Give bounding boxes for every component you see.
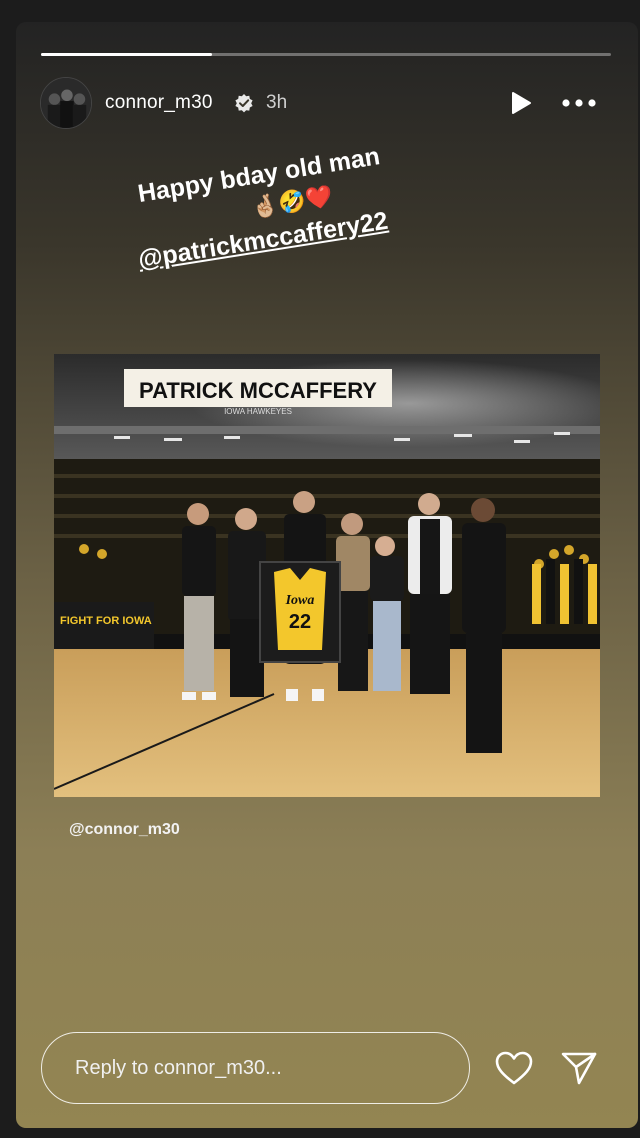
more-horizontal-icon[interactable] <box>560 92 600 114</box>
heart-icon[interactable] <box>494 1050 534 1086</box>
photo-user-tag[interactable]: @connor_m30 <box>69 821 180 839</box>
send-icon[interactable] <box>560 1050 598 1086</box>
story-timestamp: 3h <box>266 92 288 113</box>
story-username[interactable]: connor_m30 <box>105 92 213 114</box>
story-progress-fill <box>41 53 212 56</box>
play-icon[interactable] <box>508 90 534 116</box>
avatar[interactable] <box>40 77 92 129</box>
table-sign: FIGHT FOR IOWA <box>60 615 152 627</box>
banner-title: PATRICK MCCAFFERY <box>139 378 377 403</box>
jersey-number: 22 <box>289 611 311 633</box>
story-progress-bar <box>41 53 611 56</box>
story-container: connor_m30 3h Happy bday old man 🤞🏼🤣❤️ @… <box>16 22 638 1128</box>
banner-subtitle: IOWA HAWKEYES <box>224 407 292 416</box>
jersey-text: Iowa <box>285 593 315 608</box>
reply-input[interactable]: Reply to connor_m30... <box>41 1032 470 1104</box>
verified-badge-icon <box>235 94 253 113</box>
story-caption: Happy bday old man 🤞🏼🤣❤️ @patrickmccaffe… <box>126 132 457 275</box>
story-photo: FIGHT FOR IOWA PATRICK MCCAFFERY IOWA HA… <box>54 354 600 797</box>
